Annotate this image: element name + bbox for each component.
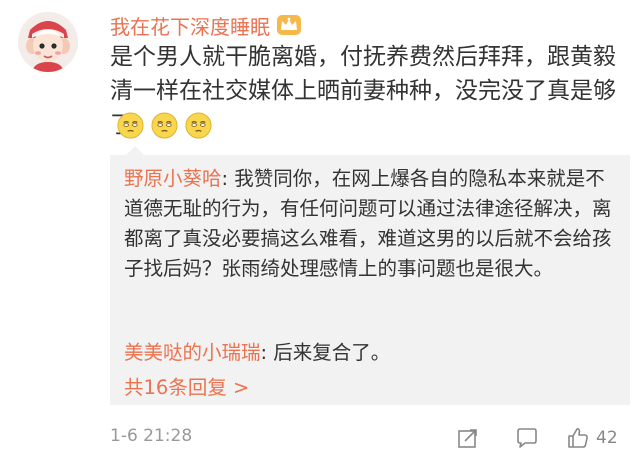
avatar[interactable]	[18, 12, 78, 72]
reply-author[interactable]: 美美哒的小瑞瑞	[124, 341, 261, 364]
like-count: 42	[596, 428, 618, 448]
more-replies-link[interactable]: 共16条回复 >	[124, 373, 249, 403]
reply-author[interactable]: 野原小葵哈	[124, 167, 222, 190]
emoji-row	[110, 108, 212, 142]
avatar-image	[18, 12, 78, 72]
comment-header: 我在花下深度睡眠	[110, 10, 302, 40]
comment-icon[interactable]	[515, 426, 539, 450]
share-icon[interactable]	[456, 426, 480, 450]
reply-separator: :	[221, 167, 235, 190]
username[interactable]: 我在花下深度睡眠	[110, 11, 270, 40]
reply-separator: :	[260, 341, 274, 364]
timestamp: 1-6 21:28	[110, 426, 193, 446]
weibo-comment: 我在花下深度睡眠 是个男人就干脆离婚，付抚养费然后拜拜，跟黄毅清一样在社交媒体上…	[0, 0, 640, 460]
reply-item: 野原小葵哈: 我赞同你，在网上爆各自的隐私本来就是不道德无耻的行为，有任何问题可…	[124, 164, 624, 284]
dizzy-face-emoji	[117, 111, 144, 139]
comment-footer: 1-6 21:28 42	[110, 422, 630, 456]
reply-item: 美美哒的小瑞瑞: 后来复合了。	[124, 338, 624, 368]
dizzy-face-emoji	[151, 111, 178, 139]
crown-icon[interactable]	[276, 14, 302, 36]
like-icon[interactable]	[566, 426, 590, 450]
reply-thread: 野原小葵哈: 我赞同你，在网上爆各自的隐私本来就是不道德无耻的行为，有任何问题可…	[110, 146, 630, 405]
dizzy-face-emoji	[185, 111, 212, 139]
reply-text: 后来复合了。	[273, 341, 391, 364]
